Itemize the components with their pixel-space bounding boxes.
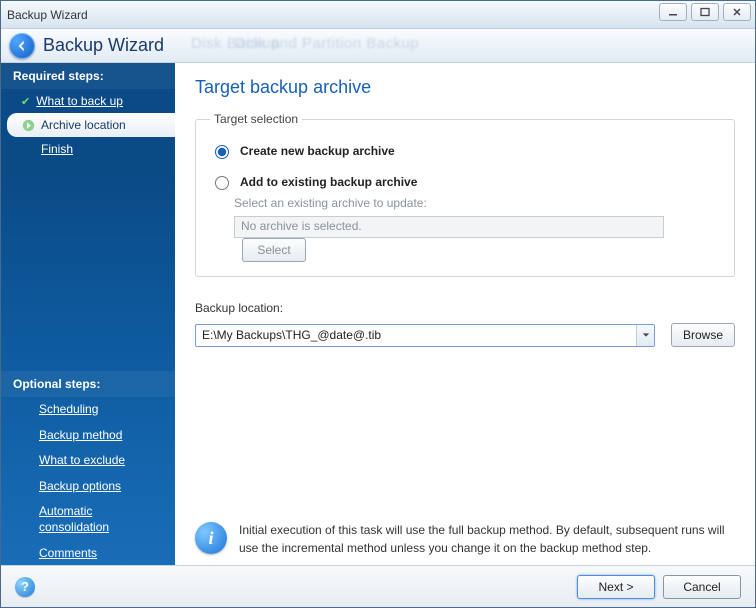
chevron-down-icon <box>642 331 650 339</box>
radio-create-new[interactable] <box>215 145 229 159</box>
target-selection-fieldset: Target selection Create new backup archi… <box>195 112 735 277</box>
radio-add-existing[interactable] <box>215 176 229 190</box>
check-icon: ✔ <box>21 95 30 108</box>
back-button[interactable] <box>9 33 35 59</box>
title-bar: Backup Wizard <box>1 1 755 29</box>
header-title: Backup Wizard <box>43 35 164 56</box>
backup-location-input[interactable] <box>196 326 636 344</box>
radio-add-label[interactable]: Add to existing backup archive <box>240 175 417 189</box>
optional-what-to-exclude[interactable]: What to exclude <box>1 448 175 474</box>
fieldset-legend: Target selection <box>210 112 302 126</box>
existing-archive-block: Select an existing archive to update: No… <box>234 196 720 262</box>
required-steps-header: Required steps: <box>1 63 175 89</box>
radio-row-create: Create new backup archive <box>210 142 720 159</box>
step-what-to-back-up[interactable]: ✔ What to back up <box>1 89 175 113</box>
select-archive-button: Select <box>242 238 306 262</box>
browse-button[interactable]: Browse <box>671 323 735 347</box>
optional-steps-header: Optional steps: <box>1 371 175 397</box>
step-label: Archive location <box>41 118 126 132</box>
backup-location-row: Browse <box>195 323 735 347</box>
back-arrow-icon <box>15 39 29 53</box>
step-archive-location[interactable]: Archive location <box>7 113 175 137</box>
info-icon: i <box>195 522 227 554</box>
header-band: Backup Wizard Disk Backup Disk and Parti… <box>1 29 755 63</box>
close-button[interactable] <box>723 3 751 21</box>
wizard-footer: ? Next > Cancel <box>1 565 755 607</box>
optional-comments[interactable]: Comments <box>1 541 175 567</box>
maximize-button[interactable] <box>691 3 719 21</box>
help-button[interactable]: ? <box>15 577 35 597</box>
ghost-breadcrumb-2: Disk and Partition Backup <box>235 35 419 52</box>
next-button[interactable]: Next > <box>577 575 655 599</box>
optional-automatic-consolidation[interactable]: Automatic consolidation <box>1 499 175 540</box>
minimize-button[interactable] <box>659 3 687 21</box>
dropdown-button[interactable] <box>636 325 654 346</box>
wizard-sidebar: Required steps: ✔ What to back up Archiv… <box>1 63 175 565</box>
existing-archive-field: No archive is selected. <box>234 216 664 238</box>
cancel-button[interactable]: Cancel <box>663 575 741 599</box>
window-controls <box>659 3 751 21</box>
radio-row-add: Add to existing backup archive <box>210 173 720 190</box>
wizard-content: Target backup archive Target selection C… <box>175 63 755 565</box>
info-text: Initial execution of this task will use … <box>239 522 735 557</box>
step-label: Finish <box>41 142 73 156</box>
page-title: Target backup archive <box>195 77 735 98</box>
existing-hint: Select an existing archive to update: <box>234 196 720 210</box>
radio-create-label[interactable]: Create new backup archive <box>240 144 395 158</box>
optional-backup-options[interactable]: Backup options <box>1 474 175 500</box>
backup-location-combo[interactable] <box>195 324 655 347</box>
optional-backup-method[interactable]: Backup method <box>1 423 175 449</box>
arrow-right-icon <box>21 118 35 132</box>
backup-location-label: Backup location: <box>195 301 735 315</box>
step-label: What to back up <box>36 94 123 108</box>
info-row: i Initial execution of this task will us… <box>195 522 735 557</box>
optional-scheduling[interactable]: Scheduling <box>1 397 175 423</box>
step-finish[interactable]: Finish <box>1 137 175 161</box>
window-title: Backup Wizard <box>7 8 88 22</box>
